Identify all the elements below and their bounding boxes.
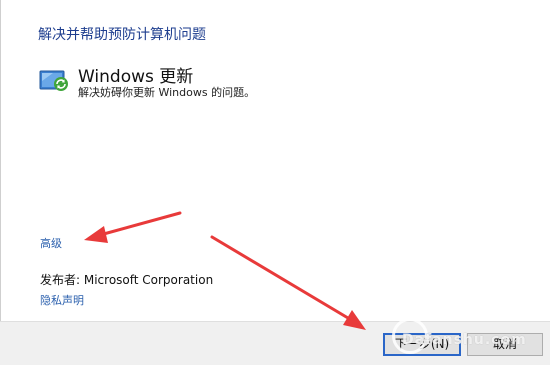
annotation-arrow-to-next [210,235,366,330]
annotation-arrow-to-advanced [84,211,182,243]
windows-update-icon [39,70,68,91]
privacy-statement-link[interactable]: 隐私声明 [40,292,84,308]
advanced-link[interactable]: 高级 [40,235,62,251]
cancel-button[interactable]: 取消 [467,333,543,356]
dialog-title: 解决并帮助预防计算机问题 [38,27,206,43]
annotation-arrows [84,211,366,330]
publisher-label: 发布者: Microsoft Corporation [40,273,214,287]
window-border [0,0,1,364]
next-button[interactable]: 下一步(N) [383,333,461,356]
troubleshooter-description: 解决妨碍你更新 Windows 的问题。 [78,86,256,99]
